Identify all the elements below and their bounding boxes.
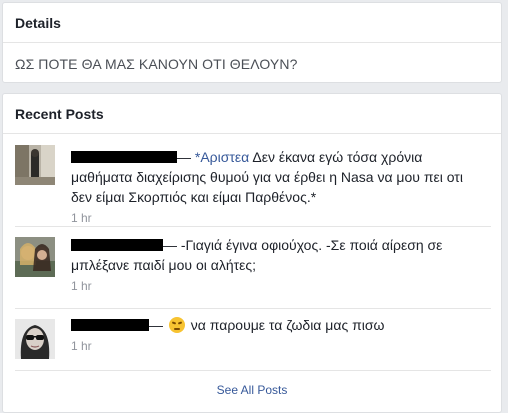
post-content: — -Γιαγιά έγινα οφιούχος. -Σε ποιά αίρεσ… <box>71 235 487 295</box>
post-dash: — <box>149 317 163 333</box>
recent-posts-card: Recent Posts — *Αριστεα Δεν έκανα εγώ τό… <box>2 93 502 413</box>
post-thumbnail[interactable] <box>15 237 55 277</box>
tagged-name-link[interactable]: *Αριστεα <box>195 149 249 165</box>
post-text: να παρουμε τα ζωδια μας πισω <box>186 317 385 333</box>
post-time[interactable]: 1 hr <box>71 277 487 295</box>
see-all-posts-link[interactable]: See All Posts <box>3 371 501 405</box>
post-item[interactable]: — -Γιαγιά έγινα οφιούχος. -Σε ποιά αίρεσ… <box>15 227 491 309</box>
post-thumbnail[interactable] <box>15 319 55 359</box>
post-dash: — <box>163 237 177 253</box>
post-time[interactable]: 1 hr <box>71 209 487 227</box>
details-text: ΩΣ ΠΟΤΕ ΘΑ ΜΑΣ ΚΑΝΟΥΝ ΟΤΙ ΘΕΛΟΥΝ? <box>15 56 298 72</box>
post-item[interactable]: — να παρουμε τα ζωδια μας πισω 1 hr <box>15 309 491 371</box>
redacted-author <box>71 150 177 163</box>
angry-face-icon <box>168 317 185 333</box>
post-dash: — <box>177 149 191 165</box>
post-time[interactable]: 1 hr <box>71 337 487 355</box>
recent-posts-title: Recent Posts <box>3 94 501 134</box>
post-item[interactable]: — *Αριστεα Δεν έκανα εγώ τόσα χρόνια μαθ… <box>15 141 491 227</box>
redacted-author <box>71 238 163 251</box>
post-thumbnail[interactable] <box>15 145 55 185</box>
details-card: Details ΩΣ ΠΟΤΕ ΘΑ ΜΑΣ ΚΑΝΟΥΝ ΟΤΙ ΘΕΛΟΥΝ… <box>2 2 502 83</box>
details-title: Details <box>3 3 501 43</box>
post-content: — να παρουμε τα ζωδια μας πισω 1 hr <box>71 315 487 355</box>
post-content: — *Αριστεα Δεν έκανα εγώ τόσα χρόνια μαθ… <box>71 147 487 227</box>
redacted-author <box>71 318 149 331</box>
